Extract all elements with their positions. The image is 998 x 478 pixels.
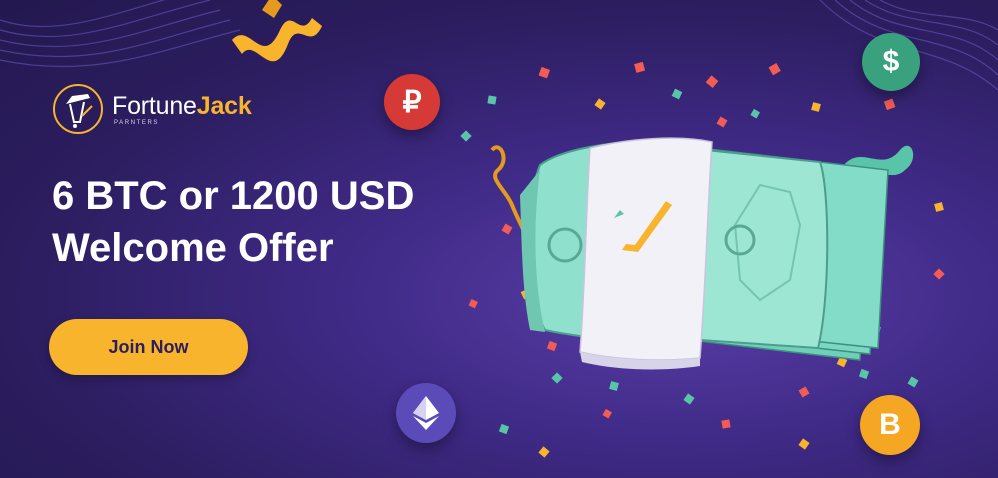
money-stack bbox=[520, 137, 889, 370]
brand-text: FortuneJack PARNTERS bbox=[112, 93, 252, 126]
dollar-coin-icon: $ bbox=[862, 33, 920, 91]
fortunejack-hat-icon bbox=[53, 84, 103, 134]
headline: 6 BTC or 1200 USD Welcome Offer bbox=[52, 170, 414, 274]
brand-name-part1: Fortune bbox=[112, 91, 197, 120]
dollar-symbol: $ bbox=[882, 45, 900, 78]
headline-line-2: Welcome Offer bbox=[52, 226, 334, 270]
promo-banner[interactable]: FortuneJack PARNTERS 6 BTC or 1200 USD W… bbox=[0, 0, 998, 478]
headline-line-1: 6 BTC or 1200 USD bbox=[52, 174, 415, 218]
brand-logo[interactable]: FortuneJack PARNTERS bbox=[52, 82, 252, 136]
ribbon-top bbox=[232, 18, 322, 62]
bitcoin-coin-icon: B bbox=[860, 395, 920, 455]
bitcoin-symbol: B bbox=[879, 408, 901, 441]
brand-name-part2: Jack bbox=[196, 91, 252, 120]
join-now-button[interactable]: Join Now bbox=[49, 319, 248, 375]
brand-tagline: PARNTERS bbox=[114, 119, 160, 126]
ruble-coin-icon: ₽ bbox=[384, 74, 440, 130]
ruble-symbol: ₽ bbox=[402, 85, 422, 119]
brand-name: FortuneJack bbox=[112, 93, 252, 119]
ethereum-coin-icon bbox=[396, 383, 456, 443]
ethereum-icon bbox=[413, 396, 439, 430]
